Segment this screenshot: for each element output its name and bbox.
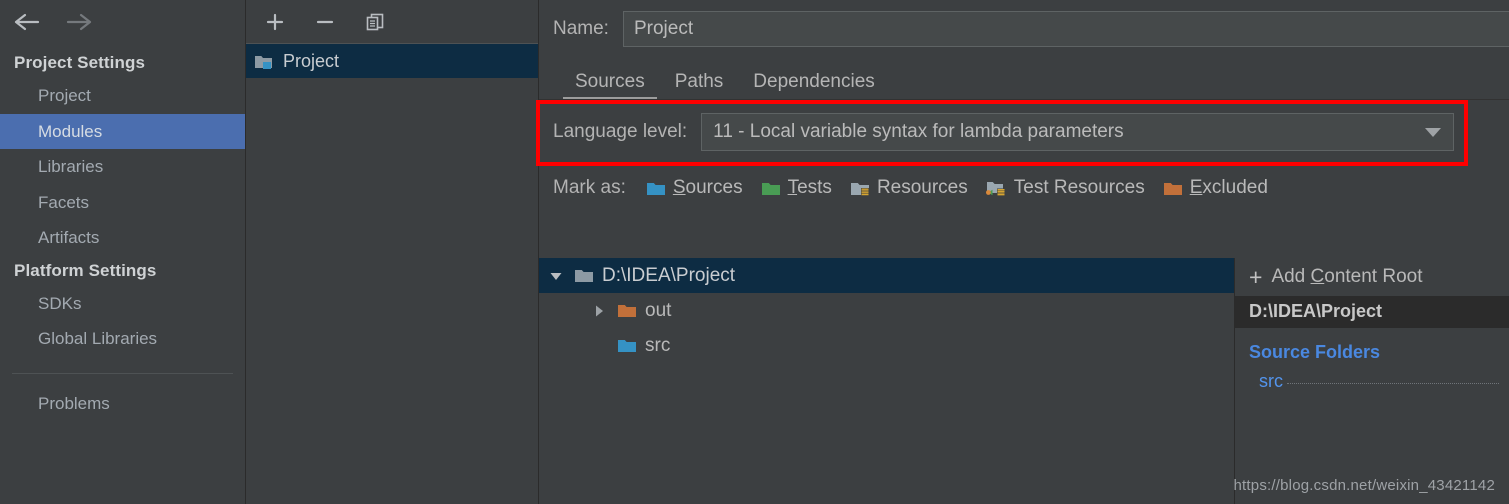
module-list-item-project[interactable]: Project [246,44,538,78]
mark-as-test-resources-button[interactable]: Test Resources [985,177,1145,199]
mark-as-resources-button[interactable]: Resources [850,177,968,199]
sidebar-item-sdks[interactable]: SDKs [0,286,245,322]
tree-row[interactable]: D:\IDEA\Project [539,258,1234,293]
add-content-root-button[interactable]: + Add Content Root [1235,258,1509,296]
navigation-arrows [0,0,245,44]
modules-toolbar [246,0,538,44]
tree-row[interactable]: out [539,293,1234,328]
tree-row-label: src [645,334,671,356]
module-name-row: Name: [539,0,1509,58]
module-name-label: Name: [553,18,609,39]
project-structure-dialog: Project Settings Project Modules Librari… [0,0,1509,504]
folder-gray-icon [574,267,595,284]
modules-list-panel: Project [246,0,539,504]
tree-row-label: D:\IDEA\Project [602,264,736,286]
mark-as-sources-label: Sources [672,177,743,198]
plus-icon: + [1249,263,1263,290]
tab-dependencies[interactable]: Dependencies [753,71,874,100]
mark-as-sources-button[interactable]: Sources [646,177,743,199]
source-folder-label: src [1259,371,1283,391]
folder-blue-icon [617,337,638,354]
minus-icon[interactable] [312,9,338,35]
copy-icon[interactable] [362,9,388,35]
mark-as-tests-label: Tests [787,177,832,198]
module-name-input[interactable] [622,11,1509,47]
language-level-value: 11 - Local variable syntax for lambda pa… [713,121,1124,142]
mark-as-tests-button[interactable]: Tests [761,177,832,199]
language-level-row: Language level: 11 - Local variable synt… [539,110,1509,154]
mark-as-resources-label: Resources [876,177,968,198]
sources-content-area: D:\IDEA\Project out src + Add Content Ro… [539,258,1509,504]
folder-orange-icon [617,302,638,319]
mark-as-row: Mark as: Sources Tests Resources Test Re… [539,166,1509,210]
mark-as-test-resources-label: Test Resources [1013,177,1145,198]
sidebar-item-libraries[interactable]: Libraries [0,149,245,185]
sidebar-item-facets[interactable]: Facets [0,185,245,221]
language-level-dropdown[interactable]: 11 - Local variable syntax for lambda pa… [701,113,1454,151]
sidebar-item-project[interactable]: Project [0,78,245,114]
module-folder-icon [254,53,274,70]
sidebar-group-platform-settings: Platform Settings [14,260,157,280]
sidebar-item-problems[interactable]: Problems [0,386,245,422]
module-tabs: Sources Paths Dependencies [539,58,1509,100]
source-folder-entry[interactable]: src [1235,367,1509,396]
chevron-right-icon[interactable] [588,303,610,319]
module-list-item-label: Project [283,50,340,71]
settings-category-list: Project Settings Project Modules Librari… [0,44,245,421]
arrow-right-icon[interactable] [64,9,94,35]
plus-icon[interactable] [262,9,288,35]
settings-sidebar: Project Settings Project Modules Librari… [0,0,246,504]
add-content-root-label: Add Content Root [1271,266,1423,287]
module-editor-pane: Name: Sources Paths Dependencies Languag… [536,0,1509,504]
folder-test-resources-icon [985,180,1008,197]
watermark-url: https://blog.csdn.net/weixin_43421142 [1233,477,1495,494]
mark-as-excluded-button[interactable]: Excluded [1163,177,1268,199]
tree-row-label: out [645,299,672,321]
content-root-tree: D:\IDEA\Project out src [539,258,1235,504]
sidebar-item-modules[interactable]: Modules [0,113,245,149]
arrow-left-icon[interactable] [12,9,42,35]
language-level-section: Language level: 11 - Local variable synt… [536,100,1509,166]
tree-row[interactable]: src [539,328,1234,363]
source-folders-section-title: Source Folders [1249,342,1381,362]
folder-orange-icon [1163,180,1184,197]
sidebar-item-global-libraries[interactable]: Global Libraries [0,321,245,357]
content-root-header: D:\IDEA\Project [1235,296,1509,328]
sidebar-item-artifacts[interactable]: Artifacts [0,220,245,256]
dotted-leader [1287,383,1499,384]
folder-green-icon [761,180,782,197]
sidebar-group-project-settings: Project Settings [14,53,146,72]
folder-blue-icon [646,180,667,197]
mark-as-label: Mark as: [553,177,626,198]
folder-resources-icon [850,180,871,197]
language-level-label: Language level: [553,121,688,142]
content-roots-panel: + Add Content Root D:\IDEA\Project Sourc… [1235,258,1509,504]
mark-as-excluded-label: Excluded [1189,177,1268,198]
sidebar-divider [12,372,233,374]
chevron-down-icon[interactable] [545,268,567,284]
chevron-down-icon [1425,127,1441,137]
tab-sources[interactable]: Sources [563,71,657,100]
tab-paths[interactable]: Paths [675,71,724,100]
